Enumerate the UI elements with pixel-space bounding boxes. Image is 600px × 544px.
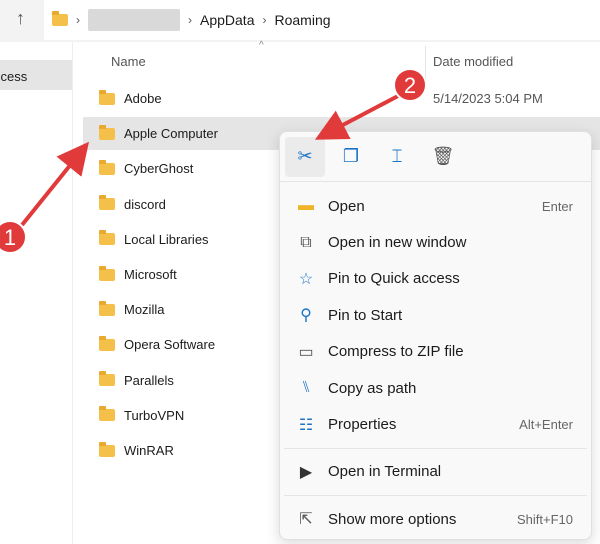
file-name: Microsoft: [124, 267, 177, 282]
menu-item-open-in-new-window[interactable]: ⧉ Open in new window: [280, 224, 591, 260]
file-name: TurboVPN: [124, 407, 185, 423]
file-name: Parallels: [124, 372, 174, 388]
folder-icon: [99, 406, 115, 422]
file-name: WinRAR: [124, 443, 174, 458]
sort-caret-icon: ^: [259, 40, 264, 51]
menu-item-label: Open: [328, 197, 365, 215]
folder-icon: [99, 230, 115, 246]
breadcrumb-roaming[interactable]: Roaming: [274, 12, 330, 28]
folder-icon: [99, 300, 115, 316]
context-menu-actions: ✂ ❐ ⌶ 🗑: [280, 132, 591, 182]
chevron-right-icon: ›: [76, 13, 80, 27]
open-new-window-icon: ⧉: [300, 233, 312, 251]
copy-icon[interactable]: ❐: [331, 137, 371, 177]
file-name: Mozilla: [124, 302, 165, 318]
more-options-icon: ⇱: [299, 511, 313, 529]
file-name: Adobe: [124, 91, 162, 106]
menu-item-label: Properties: [328, 416, 397, 434]
menu-item-label: Open in new window: [328, 234, 467, 252]
blurred-path-segment: [88, 9, 180, 31]
menu-item-label: Copy as path: [328, 379, 417, 397]
properties-icon: ☷: [298, 416, 314, 434]
folder-icon: [99, 124, 115, 140]
delete-icon[interactable]: 🗑: [423, 137, 463, 177]
column-header-date[interactable]: Date modified: [433, 54, 513, 69]
cut-icon[interactable]: ✂: [285, 136, 325, 177]
sidebar-item-quick-access[interactable]: ccess: [0, 60, 72, 90]
copy-path-icon: ⑊: [301, 379, 311, 397]
menu-item-open[interactable]: ▬ Open Enter: [280, 188, 591, 224]
menu-item-shortcut: Shift+F10: [516, 511, 573, 527]
folder-open-icon: ▬: [298, 197, 314, 215]
menu-item-pin-to-start[interactable]: ⚲ Pin to Start: [280, 297, 591, 333]
file-name: Opera Software: [124, 337, 216, 353]
navigation-bar: ↑ › › AppData › Roaming: [0, 0, 600, 42]
sidebar: ccess: [0, 42, 72, 544]
context-menu: ✂ ❐ ⌶ 🗑 ▬ Open Enter ⧉ Open in new window ☆ Pi…: [279, 131, 592, 540]
file-date: 5/14/2023 5:04 PM: [433, 91, 543, 106]
folder-icon: [99, 441, 115, 457]
folder-icon: [99, 335, 115, 351]
chevron-right-icon: ›: [188, 13, 192, 27]
menu-item-copy-as-path[interactable]: ⑊ Copy as path: [280, 370, 591, 406]
star-icon: ☆: [298, 270, 314, 288]
column-divider[interactable]: [425, 46, 426, 80]
folder-icon: [99, 159, 115, 175]
file-name: Apple Computer: [124, 126, 218, 142]
menu-item-label: Compress to ZIP file: [328, 343, 464, 361]
folder-icon: [99, 89, 115, 105]
menu-item-properties[interactable]: ☷ Properties Alt+Enter: [280, 406, 591, 442]
menu-item-label: Open in Terminal: [328, 463, 442, 481]
file-name: discord: [124, 196, 166, 212]
menu-item-pin-to-quick-access[interactable]: ☆ Pin to Quick access: [280, 261, 591, 297]
menu-separator: [284, 495, 587, 497]
menu-item-label: Show more options: [328, 510, 457, 528]
menu-item-shortcut: Alt+Enter: [519, 417, 573, 433]
menu-item-label: Pin to Start: [328, 306, 403, 324]
folder-icon: [99, 265, 115, 281]
rename-icon[interactable]: ⌶: [377, 137, 417, 177]
terminal-icon: ▶: [299, 463, 313, 481]
folder-icon: [52, 11, 68, 26]
up-arrow-icon[interactable]: ↑: [16, 8, 25, 29]
menu-item-open-in-terminal[interactable]: ▶ Open in Terminal: [280, 454, 591, 490]
file-name: CyberGhost: [124, 161, 194, 177]
chevron-right-icon: ›: [262, 13, 267, 27]
pin-icon: ⚲: [300, 307, 312, 325]
folder-icon: [99, 195, 115, 211]
folder-icon: [99, 371, 115, 387]
menu-item-compress-to-zip-file[interactable]: ▭ Compress to ZIP file: [280, 334, 591, 370]
address-bar[interactable]: › › AppData › Roaming: [44, 0, 600, 40]
column-header-name[interactable]: Name: [111, 54, 146, 69]
menu-item-shortcut: Enter: [541, 198, 573, 214]
file-name: Local Libraries: [124, 231, 209, 247]
menu-separator: [284, 447, 587, 449]
zip-icon: ▭: [298, 343, 314, 361]
breadcrumb-appdata[interactable]: AppData: [200, 12, 254, 28]
file-row[interactable]: Adobe 5/14/2023 5:04 PM: [83, 82, 600, 115]
menu-item-label: Pin to Quick access: [328, 270, 460, 288]
menu-item-show-more-options[interactable]: ⇱ Show more options Shift+F10: [280, 501, 591, 537]
